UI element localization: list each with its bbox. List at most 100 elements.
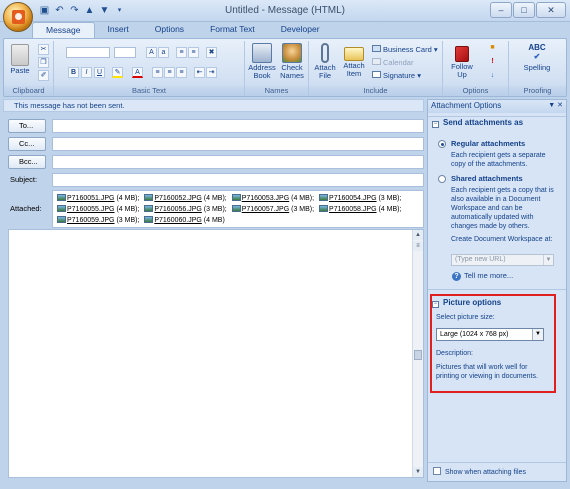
image-file-icon xyxy=(231,194,241,201)
align-center-icon[interactable]: ≡ xyxy=(164,67,175,78)
business-card-button[interactable]: Business Card ▾ xyxy=(372,45,438,54)
cc-row: Cc... xyxy=(8,137,424,151)
to-row: To... xyxy=(8,119,424,133)
group-include: Attach File Attach Item Business Card ▾ … xyxy=(309,41,443,96)
tab-format-text[interactable]: Format Text xyxy=(197,22,268,38)
attachment-item[interactable]: P7160059.JPG (3 MB); xyxy=(57,215,139,226)
align-left-icon[interactable]: ≡ xyxy=(152,67,163,78)
format-painter-icon[interactable]: ✐ xyxy=(38,70,49,81)
spelling-check-icon: ABC ✔ xyxy=(528,43,546,61)
tab-message[interactable]: Message xyxy=(32,22,95,38)
shared-attachments-radio[interactable] xyxy=(438,175,446,183)
chevron-down-icon[interactable]: ▼ xyxy=(532,329,543,340)
spelling-label: Spelling xyxy=(523,63,551,72)
scroll-thumb[interactable] xyxy=(414,350,422,360)
check-names-button[interactable]: Check Names xyxy=(277,43,307,80)
bold-button[interactable]: B xyxy=(68,67,79,78)
attachment-item[interactable]: P7160051.JPG (4 MB); xyxy=(57,193,139,204)
follow-up-button[interactable]: Follow Up xyxy=(447,43,477,79)
collapse-icon[interactable]: − xyxy=(432,121,439,128)
bcc-row: Bcc... xyxy=(8,155,424,169)
spelling-button[interactable]: ABC ✔ Spelling xyxy=(515,43,559,72)
font-size-combo[interactable] xyxy=(114,47,136,58)
underline-button[interactable]: U xyxy=(94,67,105,78)
office-logo-icon xyxy=(12,10,25,24)
address-book-button[interactable]: Address Book xyxy=(247,43,277,80)
picture-size-dropdown[interactable]: Large (1024 x 768 px) ▼ xyxy=(436,328,544,341)
group-names: Address Book Check Names Names xyxy=(245,41,309,96)
italic-button[interactable]: I xyxy=(81,67,92,78)
message-body-editor[interactable]: ▲ ≡ ▼ xyxy=(8,229,424,478)
attachment-item[interactable]: P7160060.JPG (4 MB) xyxy=(144,215,225,226)
copy-icon[interactable]: ❐ xyxy=(38,57,49,68)
cut-icon[interactable]: ✂ xyxy=(38,44,49,55)
tell-me-more-link[interactable]: ? Tell me more... xyxy=(452,271,513,281)
attachment-item[interactable]: P7160054.JPG (3 MB); xyxy=(319,193,401,204)
attachment-name: P7160053.JPG xyxy=(241,195,290,202)
bullets-icon[interactable]: ≡ xyxy=(176,47,187,58)
attachment-size: (4 MB) xyxy=(203,217,225,224)
bcc-button[interactable]: Bcc... xyxy=(8,155,46,169)
attachments-list: P7160051.JPG (4 MB); P7160052.JPG (4 MB)… xyxy=(52,190,424,228)
grow-font-icon[interactable]: A xyxy=(146,47,157,58)
show-when-attaching-checkbox[interactable] xyxy=(433,467,441,475)
show-when-attaching-option[interactable]: Show when attaching files xyxy=(433,467,526,476)
signature-button[interactable]: Signature ▾ xyxy=(372,71,421,80)
attached-label: Attached: xyxy=(10,204,42,213)
cc-field[interactable] xyxy=(52,137,424,151)
image-file-icon xyxy=(319,205,329,212)
collapse-icon[interactable]: − xyxy=(432,301,439,308)
picture-options-section-header[interactable]: − Picture options xyxy=(432,298,501,308)
clear-formatting-icon[interactable]: ✖ xyxy=(206,47,217,58)
attachment-item[interactable]: P7160058.JPG (4 MB); xyxy=(319,204,401,215)
increase-indent-icon[interactable]: ⇥ xyxy=(206,67,217,78)
attachment-size: (4 MB) xyxy=(291,195,313,202)
decrease-indent-icon[interactable]: ⇤ xyxy=(194,67,205,78)
subject-field[interactable] xyxy=(52,173,424,187)
scroll-up-icon[interactable]: ▲ xyxy=(413,230,423,240)
paste-button[interactable]: Paste xyxy=(7,44,33,75)
regular-attachments-radio[interactable] xyxy=(438,140,446,148)
close-button[interactable]: ✕ xyxy=(536,2,566,18)
to-field[interactable] xyxy=(52,119,424,133)
numbering-icon[interactable]: ≡ xyxy=(188,47,199,58)
minimize-button[interactable]: – xyxy=(490,2,512,18)
attachment-item[interactable]: P7160055.JPG (4 MB); xyxy=(57,204,139,215)
categorize-icon[interactable]: ■ xyxy=(487,43,498,54)
tab-options[interactable]: Options xyxy=(142,22,197,38)
font-color-icon[interactable]: A xyxy=(132,67,143,78)
body-scrollbar[interactable]: ▲ ≡ ▼ xyxy=(412,230,423,477)
attach-item-button[interactable]: Attach Item xyxy=(340,43,368,78)
attachment-item[interactable]: P7160052.JPG (4 MB); xyxy=(144,193,227,204)
attachment-options-pane: Attachment Options ▼ ✕ − Send attachments… xyxy=(427,99,567,482)
shrink-font-icon[interactable]: a xyxy=(158,47,169,58)
bcc-field[interactable] xyxy=(52,155,424,169)
font-name-combo[interactable] xyxy=(66,47,110,58)
pane-controls: ▼ ✕ xyxy=(548,100,563,112)
tab-developer[interactable]: Developer xyxy=(268,22,333,38)
send-as-section-header[interactable]: − Send attachments as xyxy=(432,118,523,128)
maximize-button[interactable]: □ xyxy=(513,2,535,18)
divider xyxy=(428,462,566,463)
attach-file-label-2: File xyxy=(318,71,332,80)
attachment-item[interactable]: P7160057.JPG (3 MB); xyxy=(231,204,314,215)
attach-item-label-2: Item xyxy=(346,69,362,78)
attachment-size: (3 MB) xyxy=(203,206,225,213)
attach-file-button[interactable]: Attach File xyxy=(311,43,339,80)
ruler-toggle-icon[interactable]: ≡ xyxy=(413,241,423,251)
align-right-icon[interactable]: ≡ xyxy=(176,67,187,78)
scroll-down-icon[interactable]: ▼ xyxy=(413,467,423,477)
attachment-name: P7160055.JPG xyxy=(67,206,115,213)
high-importance-icon[interactable]: ! xyxy=(487,57,498,68)
attachment-item[interactable]: P7160053.JPG (4 MB); xyxy=(231,193,314,204)
low-importance-icon[interactable]: ↓ xyxy=(487,71,498,82)
tab-insert[interactable]: Insert xyxy=(95,22,142,38)
to-button[interactable]: To... xyxy=(8,119,46,133)
office-button[interactable] xyxy=(3,2,33,32)
cc-button[interactable]: Cc... xyxy=(8,137,46,151)
address-book-icon xyxy=(252,43,272,63)
pane-close-icon[interactable]: ✕ xyxy=(557,102,563,109)
highlight-icon[interactable]: ✎ xyxy=(112,67,123,78)
pane-menu-icon[interactable]: ▼ xyxy=(548,102,555,109)
attachment-item[interactable]: P7160056.JPG (3 MB); xyxy=(144,204,227,215)
